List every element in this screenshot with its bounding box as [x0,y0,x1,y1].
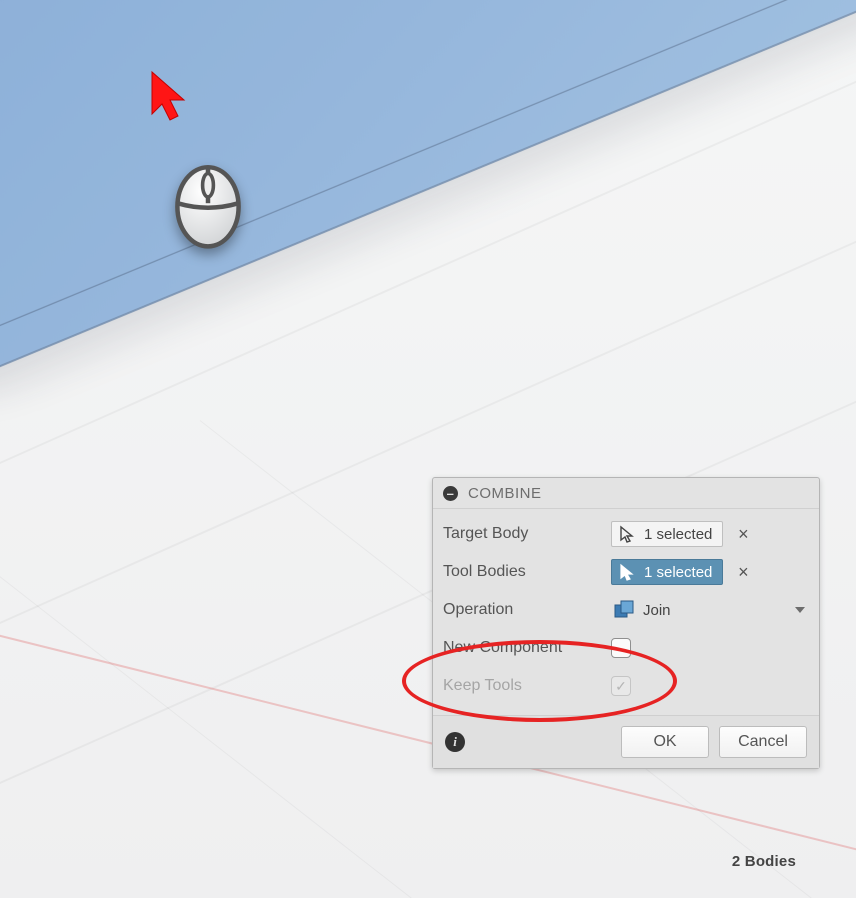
combine-dialog: – COMBINE Target Body 1 selected × Tool … [432,477,820,769]
chevron-down-icon [795,607,805,613]
clear-target-body[interactable]: × [733,525,753,543]
cursor-icon [618,525,636,543]
operation-dropdown[interactable]: Join [611,597,809,623]
label-keep-tools: Keep Tools [443,677,603,695]
keep-tools-checkbox: ✓ [611,676,631,696]
clear-tool-bodies[interactable]: × [733,563,753,581]
solid-body[interactable] [0,0,856,391]
collapse-icon[interactable]: – [443,486,458,501]
ok-button[interactable]: OK [621,726,709,758]
row-new-component: New Component [443,629,809,667]
dialog-footer: i OK Cancel [433,715,819,768]
cursor-icon [618,563,636,581]
row-operation: Operation Join [443,591,809,629]
row-tool-bodies: Tool Bodies 1 selected × [443,553,809,591]
annotation-mouse-icon [163,160,253,250]
tool-bodies-selection-chip[interactable]: 1 selected [611,559,723,585]
target-body-selection-chip[interactable]: 1 selected [611,521,723,547]
cancel-button[interactable]: Cancel [719,726,807,758]
new-component-checkbox[interactable] [611,638,631,658]
selection-status: 2 Bodies [732,853,796,870]
join-icon [613,599,635,621]
dialog-header: – COMBINE [433,478,819,509]
row-keep-tools: Keep Tools ✓ [443,667,809,705]
tool-bodies-count: 1 selected [644,564,712,581]
label-operation: Operation [443,601,603,619]
label-new-component: New Component [443,639,603,657]
row-target-body: Target Body 1 selected × [443,515,809,553]
dialog-title: COMBINE [468,485,542,502]
label-tool-bodies: Tool Bodies [443,563,603,581]
operation-value: Join [643,602,671,619]
label-target-body: Target Body [443,525,603,543]
checkmark-icon: ✓ [615,678,627,695]
info-icon[interactable]: i [445,732,465,752]
target-body-count: 1 selected [644,526,712,543]
